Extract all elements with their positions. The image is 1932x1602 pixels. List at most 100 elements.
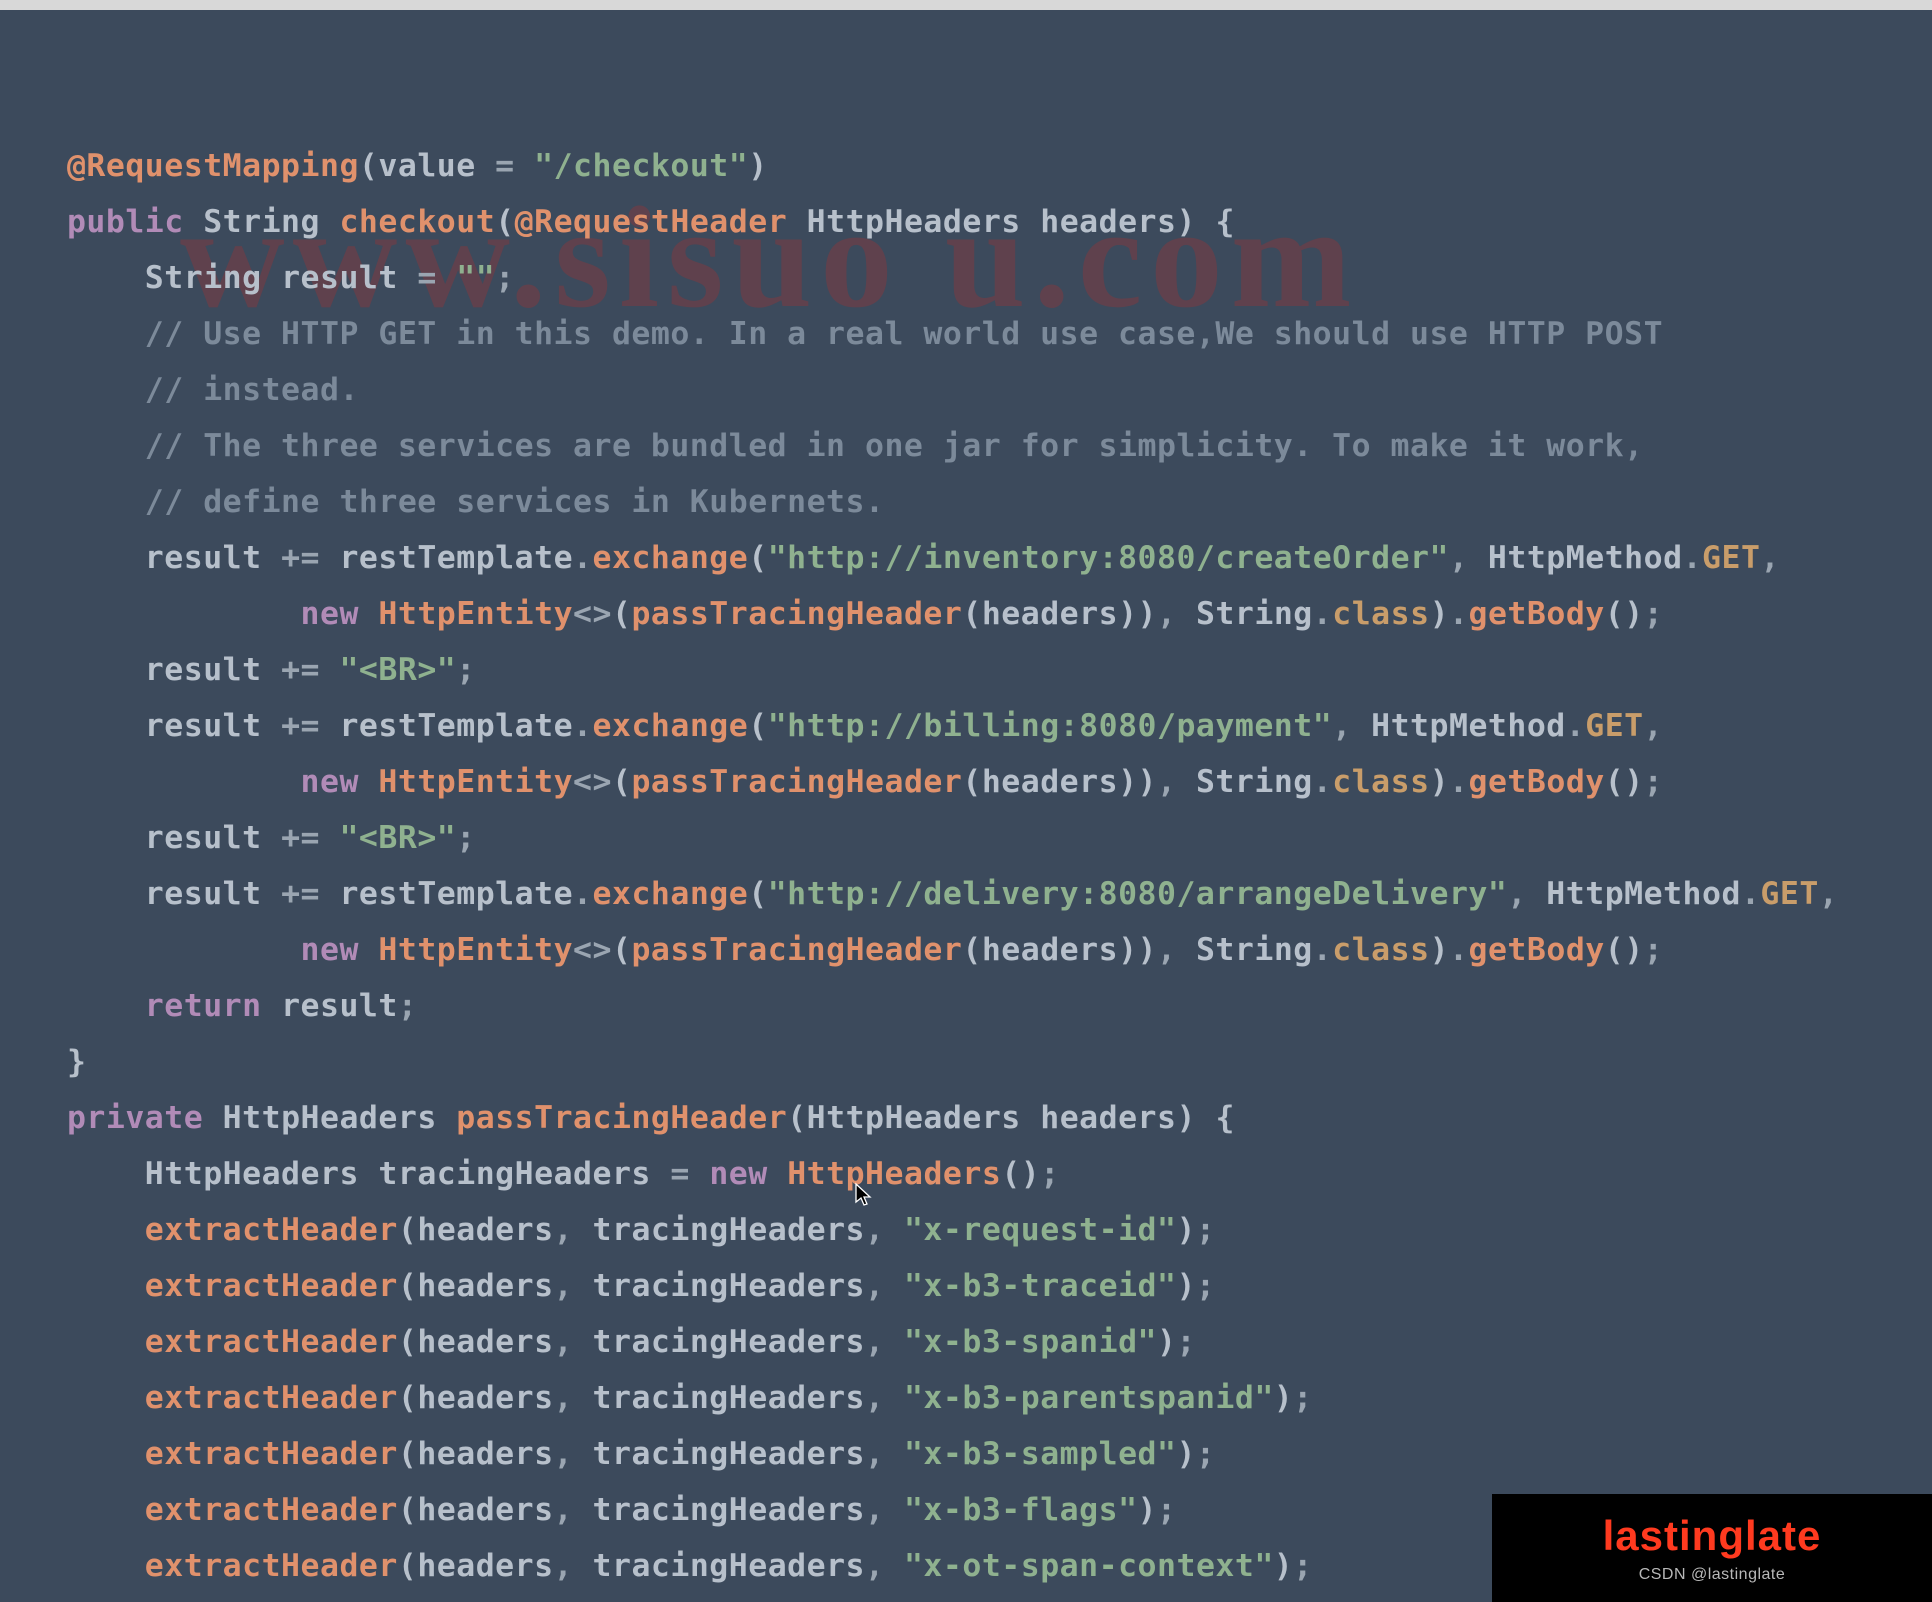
type: HttpMethod: [1546, 876, 1741, 912]
param-name: headers: [1040, 204, 1176, 240]
method-name: checkout: [339, 204, 495, 240]
annotation: @RequestMapping: [67, 148, 359, 184]
call: passTracingHeader: [631, 596, 962, 632]
comment: // The three services are bundled in one…: [145, 428, 1644, 464]
op-eq: =: [476, 148, 534, 184]
call-getbody: getBody: [1469, 596, 1605, 632]
arg: headers: [417, 1324, 553, 1360]
var: result: [145, 708, 262, 744]
var-type: HttpHeaders: [145, 1156, 359, 1192]
watermark-badge: lastinglate CSDN @lastinglate: [1492, 1494, 1932, 1602]
badge-title: lastinglate: [1603, 1512, 1822, 1560]
arg: tracingHeaders: [593, 1492, 866, 1528]
var: result: [145, 652, 262, 688]
param-annotation: @RequestHeader: [515, 204, 788, 240]
kw-new: new: [301, 764, 359, 800]
code-editor-viewport[interactable]: www.sisuo u.com @RequestMapping(value = …: [0, 10, 1932, 1602]
header-name: "x-request-id": [904, 1212, 1177, 1248]
call-extract: extractHeader: [145, 1380, 398, 1416]
call: passTracingHeader: [631, 932, 962, 968]
mapping-path: "/checkout": [534, 148, 748, 184]
arg: headers: [417, 1268, 553, 1304]
arg: headers: [417, 1212, 553, 1248]
type: String: [1196, 764, 1313, 800]
var: result: [145, 876, 262, 912]
ctor: HttpEntity: [378, 596, 573, 632]
kw-return: return: [145, 988, 262, 1024]
ctor: HttpEntity: [378, 932, 573, 968]
call-exchange: exchange: [593, 540, 749, 576]
class-literal: class: [1332, 596, 1429, 632]
arg: headers: [417, 1492, 553, 1528]
call-extract: extractHeader: [145, 1324, 398, 1360]
arg: headers: [417, 1436, 553, 1472]
header-name: "x-ot-span-context": [904, 1548, 1274, 1584]
kw-new: new: [301, 596, 359, 632]
call-exchange: exchange: [593, 708, 749, 744]
br-literal: "<BR>": [339, 652, 456, 688]
arg: tracingHeaders: [593, 1324, 866, 1360]
ctor: HttpEntity: [378, 764, 573, 800]
arg: headers: [417, 1380, 553, 1416]
url: "http://inventory:8080/createOrder": [768, 540, 1449, 576]
badge-subtitle: CSDN @lastinglate: [1639, 1566, 1786, 1584]
arg: headers: [982, 596, 1118, 632]
var: result: [145, 820, 262, 856]
type: String: [1196, 596, 1313, 632]
header-name: "x-b3-sampled": [904, 1436, 1177, 1472]
call-extract: extractHeader: [145, 1548, 398, 1584]
param-name: headers: [1040, 1100, 1176, 1136]
comment: // Use HTTP GET in this demo. In a real …: [145, 316, 1663, 352]
op: +=: [281, 652, 320, 688]
op: +=: [281, 820, 320, 856]
call: passTracingHeader: [631, 764, 962, 800]
url: "http://billing:8080/payment": [768, 708, 1332, 744]
ret-type: HttpHeaders: [223, 1100, 437, 1136]
op: +=: [281, 876, 320, 912]
comment: // instead.: [145, 372, 359, 408]
call-getbody: getBody: [1469, 932, 1605, 968]
var: result: [281, 988, 398, 1024]
call-extract: extractHeader: [145, 1268, 398, 1304]
param-type: HttpHeaders: [807, 204, 1021, 240]
obj: restTemplate: [339, 708, 573, 744]
call-exchange: exchange: [593, 876, 749, 912]
type: String: [1196, 932, 1313, 968]
enum-get: GET: [1585, 708, 1643, 744]
call-extract: extractHeader: [145, 1492, 398, 1528]
arg: tracingHeaders: [593, 1436, 866, 1472]
arg: tracingHeaders: [593, 1268, 866, 1304]
kw-new: new: [301, 932, 359, 968]
call-extract: extractHeader: [145, 1212, 398, 1248]
arg: tracingHeaders: [593, 1212, 866, 1248]
header-name: "x-b3-spanid": [904, 1324, 1157, 1360]
kw-private: private: [67, 1100, 203, 1136]
var-type: String: [145, 260, 262, 296]
string-empty: "": [456, 260, 495, 296]
enum-get: GET: [1702, 540, 1760, 576]
arg: tracingHeaders: [593, 1380, 866, 1416]
br-literal: "<BR>": [339, 820, 456, 856]
op: +=: [281, 540, 320, 576]
arg: headers: [982, 932, 1118, 968]
header-name: "x-b3-traceid": [904, 1268, 1177, 1304]
header-name: "x-b3-parentspanid": [904, 1380, 1274, 1416]
type: HttpMethod: [1488, 540, 1683, 576]
arg: tracingHeaders: [593, 1548, 866, 1584]
param-type: HttpHeaders: [807, 1100, 1021, 1136]
code-content[interactable]: @RequestMapping(value = "/checkout") pub…: [28, 138, 1932, 1602]
enum-get: GET: [1760, 876, 1818, 912]
arg: headers: [417, 1548, 553, 1584]
method-name: passTracingHeader: [456, 1100, 787, 1136]
var-name: result: [281, 260, 398, 296]
class-literal: class: [1332, 932, 1429, 968]
op: +=: [281, 708, 320, 744]
call-extract: extractHeader: [145, 1436, 398, 1472]
ret-type: String: [203, 204, 320, 240]
obj: restTemplate: [339, 876, 573, 912]
arg: headers: [982, 764, 1118, 800]
obj: restTemplate: [339, 540, 573, 576]
class-literal: class: [1332, 764, 1429, 800]
header-name: "x-b3-flags": [904, 1492, 1138, 1528]
kw-new: new: [709, 1156, 767, 1192]
